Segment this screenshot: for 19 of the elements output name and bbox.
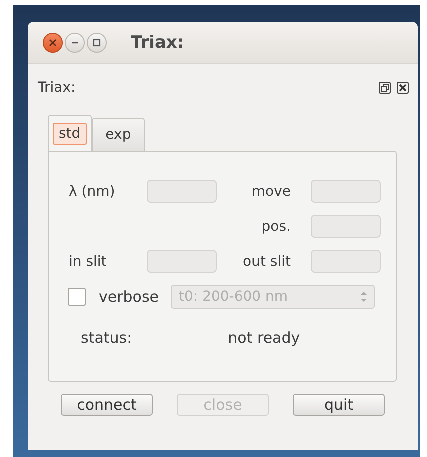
field-label: out slit [243,254,292,270]
restore-icon[interactable] [379,82,391,94]
checkbox-label: verbose [99,288,160,306]
panel-title: Triax: [38,80,76,96]
tab[interactable]: exp [92,118,146,151]
verbose-checkbox[interactable] [68,288,86,306]
field-label: in slit [68,254,107,270]
maximize-icon[interactable] [87,32,107,52]
tab[interactable]: std [48,115,92,151]
window-title: Triax: [131,32,184,52]
status-value: not ready [228,329,300,347]
action-button[interactable]: connect [61,394,153,416]
action-button[interactable]: quit [293,394,385,416]
field-label: λ (nm) [68,184,116,200]
status-label: status: [81,329,132,347]
close-icon[interactable] [397,82,409,94]
field-label: pos. [262,218,292,234]
field-label: move [252,184,292,200]
close-icon[interactable] [43,32,63,52]
